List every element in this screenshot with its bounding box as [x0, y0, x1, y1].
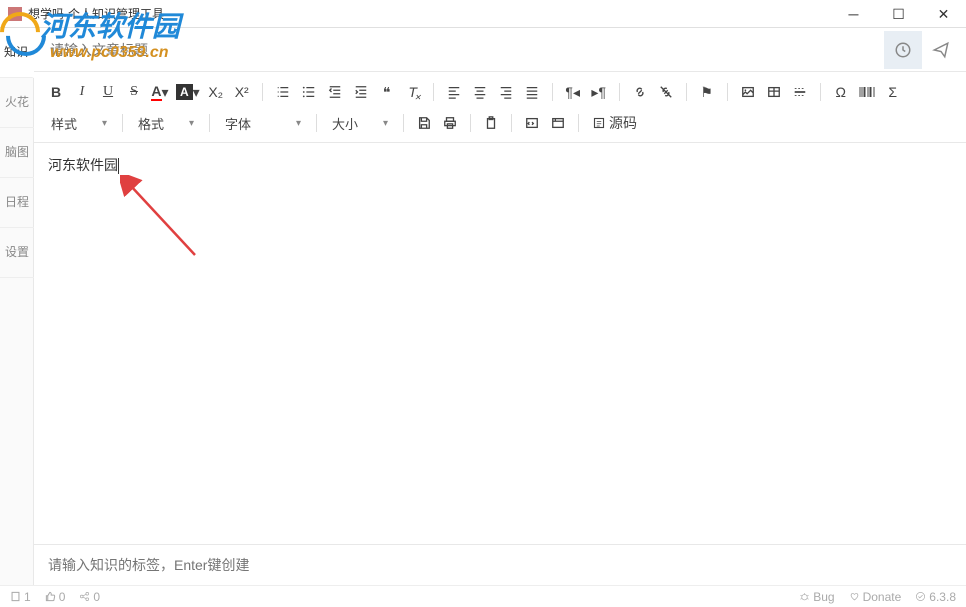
sidebar-tab-spark[interactable]: 火花 [0, 78, 34, 128]
unlink-button[interactable] [654, 80, 678, 104]
align-right-button[interactable] [494, 80, 518, 104]
save-button[interactable] [412, 111, 436, 135]
font-dropdown[interactable]: 字体▾ [218, 110, 308, 136]
italic-button[interactable]: I [70, 80, 94, 104]
app-icon [8, 7, 22, 21]
style-dropdown[interactable]: 样式▾ [44, 110, 114, 136]
window-title: 想学吗-个人知识管理工具 [28, 5, 164, 22]
indent-icon [354, 85, 368, 99]
source-icon [593, 117, 605, 129]
tags-input[interactable] [48, 557, 952, 573]
blockquote-button[interactable]: ❝ [375, 80, 399, 104]
doc-icon [10, 591, 21, 602]
title-row [34, 28, 966, 72]
size-dropdown[interactable]: 大小▾ [325, 110, 395, 136]
minimize-button[interactable]: ─ [831, 0, 876, 28]
link-icon [633, 85, 647, 99]
sidebar: 知识 火花 脑图 日程 设置 [0, 28, 34, 585]
sigma-button[interactable]: Σ [881, 80, 905, 104]
bg-color-button[interactable]: A▾ [174, 80, 202, 104]
sidebar-tab-schedule[interactable]: 日程 [0, 178, 34, 228]
share-icon [79, 591, 90, 602]
status-version[interactable]: 6.3.8 [915, 590, 956, 604]
clipboard-icon [484, 116, 498, 130]
superscript-button[interactable]: X² [230, 80, 254, 104]
table-button[interactable] [762, 80, 786, 104]
ul-icon [302, 85, 316, 99]
numbered-list-button[interactable] [271, 80, 295, 104]
text-color-button[interactable]: A▾ [148, 80, 172, 104]
iframe-button[interactable] [546, 111, 570, 135]
heart-icon [849, 591, 860, 602]
sidebar-tab-mindmap[interactable]: 脑图 [0, 128, 34, 178]
bug-icon [799, 591, 810, 602]
sidebar-tab-knowledge[interactable]: 知识 [0, 28, 34, 78]
status-shares[interactable]: 0 [79, 590, 100, 604]
align-left-button[interactable] [442, 80, 466, 104]
print-icon [443, 116, 457, 130]
outdent-icon [328, 85, 342, 99]
source-button[interactable]: 源码 [587, 111, 643, 135]
editor-area[interactable]: 河东软件园 [34, 143, 966, 545]
send-icon [932, 41, 950, 59]
hr-button[interactable] [788, 80, 812, 104]
editor-toolbar: B I U S A▾ A▾ X₂ X² ❝ T✕ [34, 72, 966, 143]
barcode-icon [859, 85, 875, 99]
format-dropdown[interactable]: 格式▾ [131, 110, 201, 136]
indent-button[interactable] [349, 80, 373, 104]
thumb-icon [45, 591, 56, 602]
article-title-input[interactable] [40, 34, 884, 66]
unlink-icon [659, 85, 673, 99]
omega-button[interactable]: Ω [829, 80, 853, 104]
align-center-icon [473, 85, 487, 99]
subscript-button[interactable]: X₂ [204, 80, 228, 104]
align-left-icon [447, 85, 461, 99]
bold-button[interactable]: B [44, 80, 68, 104]
ltr-button[interactable]: ¶◂ [561, 80, 585, 104]
code-icon [525, 116, 539, 130]
image-icon [741, 85, 755, 99]
status-likes[interactable]: 0 [45, 590, 66, 604]
editor-content: 河东软件园 [48, 157, 118, 173]
underline-button[interactable]: U [96, 80, 120, 104]
link-button[interactable] [628, 80, 652, 104]
align-justify-button[interactable] [520, 80, 544, 104]
statusbar: 1 0 0 Bug Donate 6.3.8 [0, 585, 966, 607]
status-bug[interactable]: Bug [799, 590, 834, 604]
tags-row [34, 545, 966, 585]
send-button[interactable] [922, 31, 960, 69]
print-button[interactable] [438, 111, 462, 135]
sidebar-tab-settings[interactable]: 设置 [0, 228, 34, 278]
status-docs[interactable]: 1 [10, 590, 31, 604]
remove-format-button[interactable]: T✕ [401, 80, 425, 104]
flag-button[interactable]: ⚑ [695, 80, 719, 104]
clock-icon [894, 41, 912, 59]
rtl-button[interactable]: ▸¶ [587, 80, 611, 104]
outdent-button[interactable] [323, 80, 347, 104]
ol-icon [276, 85, 290, 99]
clipboard-button[interactable] [479, 111, 503, 135]
align-center-button[interactable] [468, 80, 492, 104]
iframe-icon [551, 116, 565, 130]
save-icon [417, 116, 431, 130]
status-donate[interactable]: Donate [849, 590, 902, 604]
align-justify-icon [525, 85, 539, 99]
check-icon [915, 591, 926, 602]
text-cursor [118, 158, 119, 174]
align-right-icon [499, 85, 513, 99]
strike-button[interactable]: S [122, 80, 146, 104]
barcode-button[interactable] [855, 80, 879, 104]
bullet-list-button[interactable] [297, 80, 321, 104]
code-snippet-button[interactable] [520, 111, 544, 135]
window-titlebar: 想学吗-个人知识管理工具 ─ ☐ ✕ [0, 0, 966, 28]
image-button[interactable] [736, 80, 760, 104]
table-icon [767, 85, 781, 99]
close-button[interactable]: ✕ [921, 0, 966, 28]
hr-icon [793, 85, 807, 99]
history-button[interactable] [884, 31, 922, 69]
maximize-button[interactable]: ☐ [876, 0, 921, 28]
